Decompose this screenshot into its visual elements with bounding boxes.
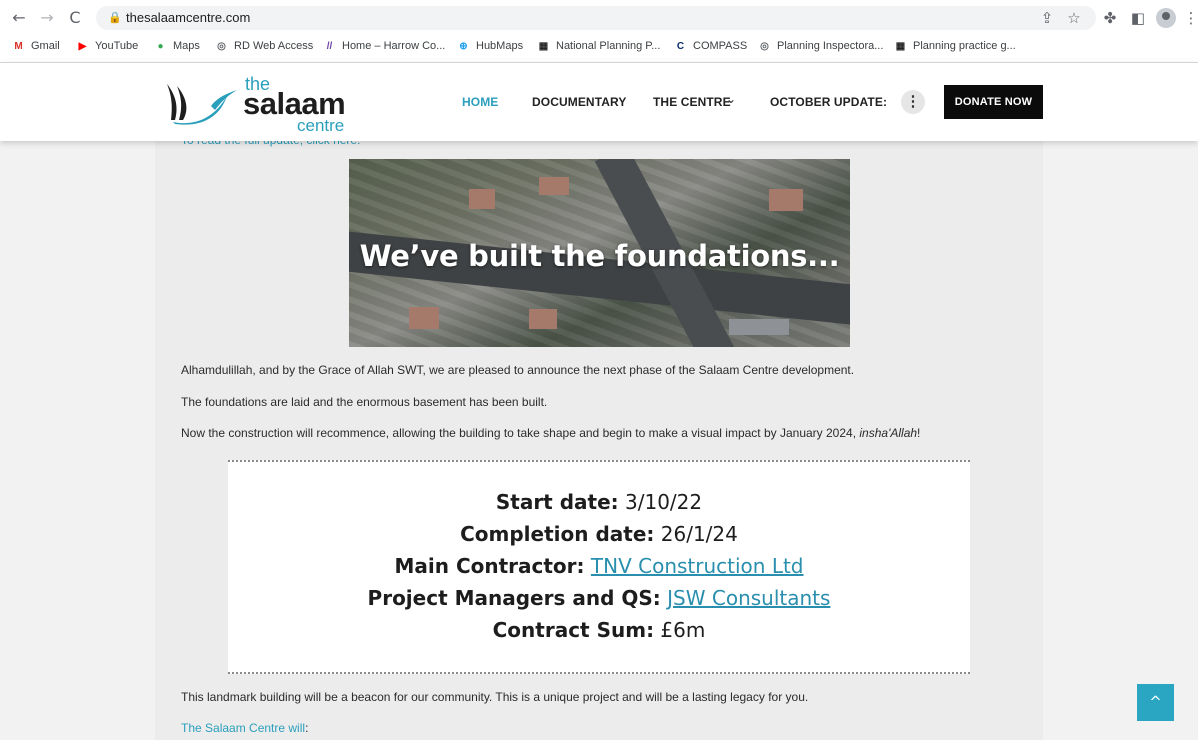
bookmark-star-icon[interactable]: ☆: [1065, 9, 1083, 27]
hero-roof-shape: [469, 189, 495, 209]
harrow-logo-icon: //: [326, 40, 333, 52]
start-date-line: Start date: 3/10/22: [228, 490, 970, 514]
foundations-paragraph: The foundations are laid and the enormou…: [181, 395, 548, 409]
youtube-icon: ▶: [78, 40, 87, 52]
donate-now-button[interactable]: DONATE NOW: [944, 85, 1043, 119]
forward-arrow-icon[interactable]: →: [38, 9, 56, 27]
start-date-label: Start date:: [495, 490, 619, 514]
bookmark-item[interactable]: ● Maps: [154, 38, 200, 54]
bookmark-label: National Planning P...: [556, 40, 661, 52]
jsw-consultants-link[interactable]: JSW Consultants: [667, 586, 830, 610]
landmark-paragraph: This landmark building will be a beacon …: [181, 690, 809, 704]
chevron-down-icon[interactable]: ⌄: [726, 92, 736, 106]
profile-avatar-icon[interactable]: [1156, 8, 1176, 28]
gmail-icon: M: [14, 40, 23, 52]
reload-icon[interactable]: C: [66, 9, 84, 27]
bookmark-label: RD Web Access: [234, 40, 314, 52]
extensions-puzzle-icon[interactable]: ✤: [1101, 9, 1119, 27]
project-info-box: Start date: 3/10/22 Completion date: 26/…: [228, 460, 970, 674]
nav-home[interactable]: HOME: [462, 95, 498, 109]
contract-sum-line: Contract Sum: £6m: [228, 618, 970, 642]
bookmark-label: HubMaps: [476, 40, 524, 52]
nav-documentary[interactable]: DOCUMENTARY: [532, 95, 626, 109]
url-text[interactable]: thesalaamcentre.com: [126, 10, 250, 25]
hero-roof-shape: [769, 189, 803, 211]
bookmark-item[interactable]: ▶ YouTube: [76, 38, 139, 54]
browser-chrome: ← → C 🔒 thesalaamcentre.com ⇪ ☆ ✤ ◧ ⋮ MG…: [0, 0, 1198, 63]
bookmark-item[interactable]: ◎ Planning Inspectora...: [758, 38, 883, 54]
hero-roof-shape: [409, 307, 439, 329]
completion-date-value: 26/1/24: [660, 522, 738, 546]
more-options-icon[interactable]: ⋮: [901, 90, 925, 114]
project-managers-line: Project Managers and QS: JSW Consultants: [228, 586, 970, 610]
nav-october-update[interactable]: OCTOBER UPDATE:: [770, 95, 887, 109]
bookmark-item[interactable]: C COMPASS: [674, 38, 747, 54]
hero-roof-shape: [729, 319, 789, 335]
lock-icon: 🔒: [108, 11, 122, 24]
completion-date-line: Completion date: 26/1/24: [228, 522, 970, 546]
inshaallah-text: insha'Allah: [859, 426, 918, 440]
bookmark-item[interactable]: ▦ Planning practice g...: [894, 38, 1016, 54]
salaam-centre-will-link[interactable]: The Salaam Centre will: [181, 721, 305, 735]
contract-sum-label: Contract Sum:: [492, 618, 655, 642]
main-contractor-label: Main Contractor:: [394, 554, 585, 578]
start-date-value: 3/10/22: [625, 490, 703, 514]
bookmark-label: YouTube: [95, 40, 139, 52]
gov-crest-icon: ▦: [538, 40, 549, 52]
hero-image: We’ve built the foundations...: [349, 159, 850, 347]
browser-menu-icon[interactable]: ⋮: [1182, 9, 1198, 27]
salaam-centre-logo[interactable]: the salaam centre: [165, 72, 355, 135]
share-icon[interactable]: ⇪: [1038, 9, 1056, 27]
bookmark-label: Gmail: [31, 40, 60, 52]
nav-the-centre[interactable]: THE CENTRE: [653, 95, 731, 109]
bookmark-item[interactable]: // Home – Harrow Co...: [323, 38, 446, 54]
back-arrow-icon[interactable]: ←: [10, 9, 28, 27]
main-contractor-line: Main Contractor: TNV Construction Ltd: [228, 554, 970, 578]
bookmark-label: Maps: [173, 40, 200, 52]
bookmark-item[interactable]: ⊕ HubMaps: [457, 38, 523, 54]
bookmark-label: COMPASS: [693, 40, 748, 52]
compass-icon: C: [676, 40, 685, 52]
scroll-to-top-button[interactable]: ^: [1137, 684, 1174, 721]
bookmark-item[interactable]: ▦ National Planning P...: [537, 38, 661, 54]
colon-text: :: [305, 721, 309, 735]
globe-icon: ◎: [760, 40, 769, 52]
announcement-paragraph: Alhamdulillah, and by the Grace of Allah…: [181, 363, 855, 377]
birds-swoosh-icon: [167, 84, 237, 125]
logo-centre-text: centre: [297, 116, 345, 135]
address-bar[interactable]: 🔒 thesalaamcentre.com: [96, 6, 1096, 30]
construction-end-text: !: [917, 426, 921, 440]
hubmaps-icon: ⊕: [459, 40, 468, 52]
bookmark-label: Home – Harrow Co...: [342, 40, 446, 52]
hero-roof-shape: [529, 309, 557, 329]
bookmark-label: Planning Inspectora...: [777, 40, 884, 52]
tnv-construction-link[interactable]: TNV Construction Ltd: [591, 554, 804, 578]
maps-pin-icon: ●: [157, 40, 164, 52]
side-panel-icon[interactable]: ◧: [1129, 9, 1147, 27]
project-managers-label: Project Managers and QS:: [367, 586, 661, 610]
bookmark-item[interactable]: M Gmail: [12, 38, 60, 54]
bookmark-item[interactable]: ◎ RD Web Access: [215, 38, 313, 54]
completion-date-label: Completion date:: [460, 522, 655, 546]
contract-sum-value: £6m: [660, 618, 706, 642]
gov-crest-icon: ▦: [895, 40, 906, 52]
centre-will-paragraph: The Salaam Centre will:: [181, 721, 308, 735]
construction-text: Now the construction will recommence, al…: [181, 426, 860, 440]
bookmark-label: Planning practice g...: [913, 40, 1016, 52]
site-header: the salaam centre HOME DOCUMENTARY THE C…: [0, 63, 1198, 141]
construction-paragraph: Now the construction will recommence, al…: [181, 426, 920, 440]
globe-icon: ◎: [217, 40, 226, 52]
hero-title: We’ve built the foundations...: [359, 239, 840, 273]
hero-roof-shape: [539, 177, 569, 195]
